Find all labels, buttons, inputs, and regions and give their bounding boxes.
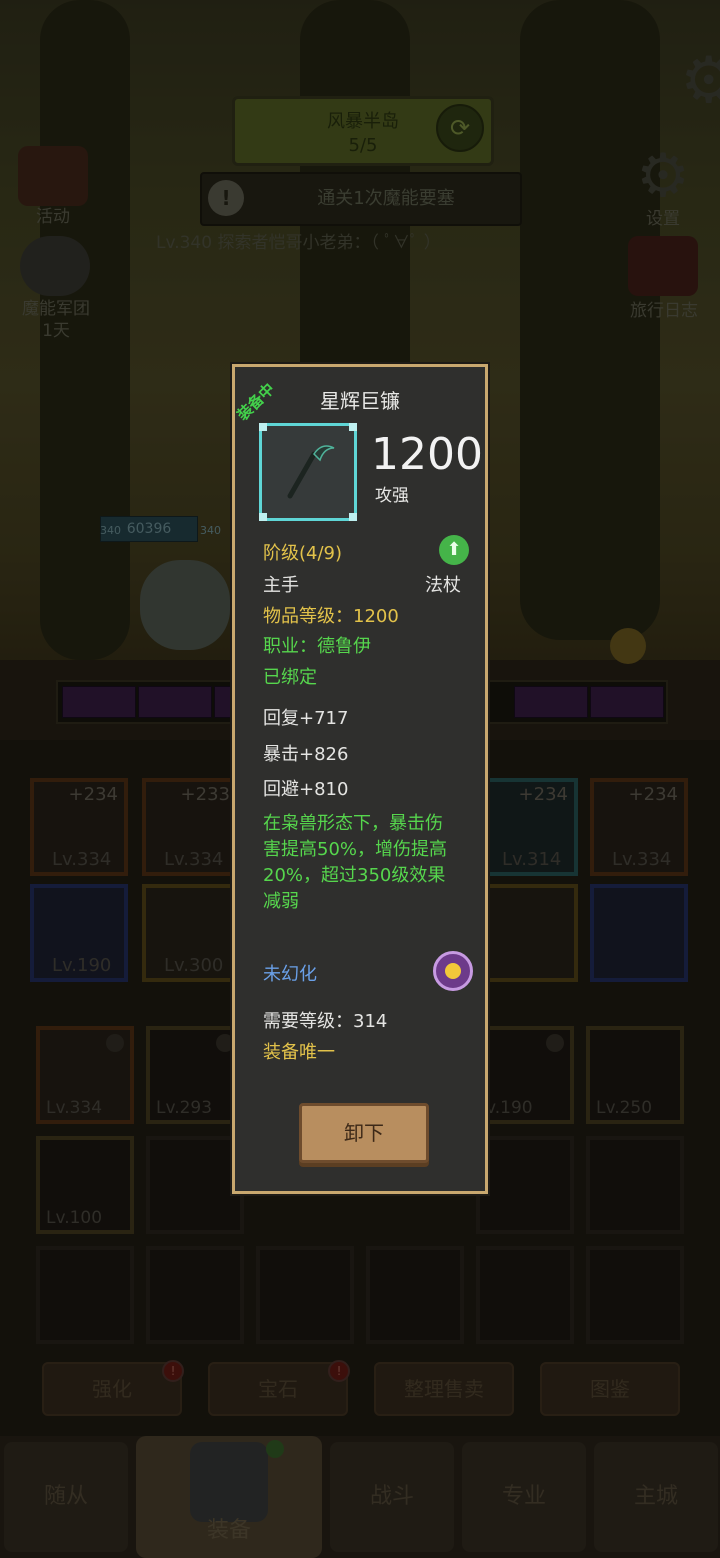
transmog-status: 未幻化	[263, 964, 317, 985]
scythe-icon	[287, 445, 335, 499]
item-effect: 在枭兽形态下，暴击伤害提高50%，增伤提高20%，超过350级效果减弱	[263, 813, 448, 912]
item-tier: 阶级(4/9)	[263, 543, 343, 564]
item-frame	[259, 423, 357, 521]
item-detail-popup: 装备中 星辉巨镰 1200 攻强 阶级(4/9) ⬆ 主手 法杖 物品等级：12…	[232, 364, 488, 1194]
item-slot: 主手	[263, 575, 299, 596]
stat-line: 回复+717	[263, 708, 349, 729]
weapon-type: 法杖	[425, 575, 461, 596]
bound-status: 已绑定	[263, 667, 317, 688]
unique-tag: 装备唯一	[263, 1042, 335, 1063]
item-name: 星辉巨镰	[320, 389, 400, 413]
item-class: 职业：德鲁伊	[263, 636, 371, 657]
arrow-up-icon: ⬆	[439, 535, 469, 565]
item-power: 1200	[371, 429, 483, 480]
illusion-icon[interactable]	[433, 951, 473, 991]
required-level: 需要等级：314	[263, 1011, 388, 1032]
stat-line: 回避+810	[263, 779, 349, 800]
unequip-button[interactable]: 卸下	[299, 1103, 429, 1163]
stat-line: 暴击+826	[263, 744, 349, 765]
power-label: 攻强	[375, 486, 409, 506]
item-level: 物品等级：1200	[263, 606, 399, 627]
